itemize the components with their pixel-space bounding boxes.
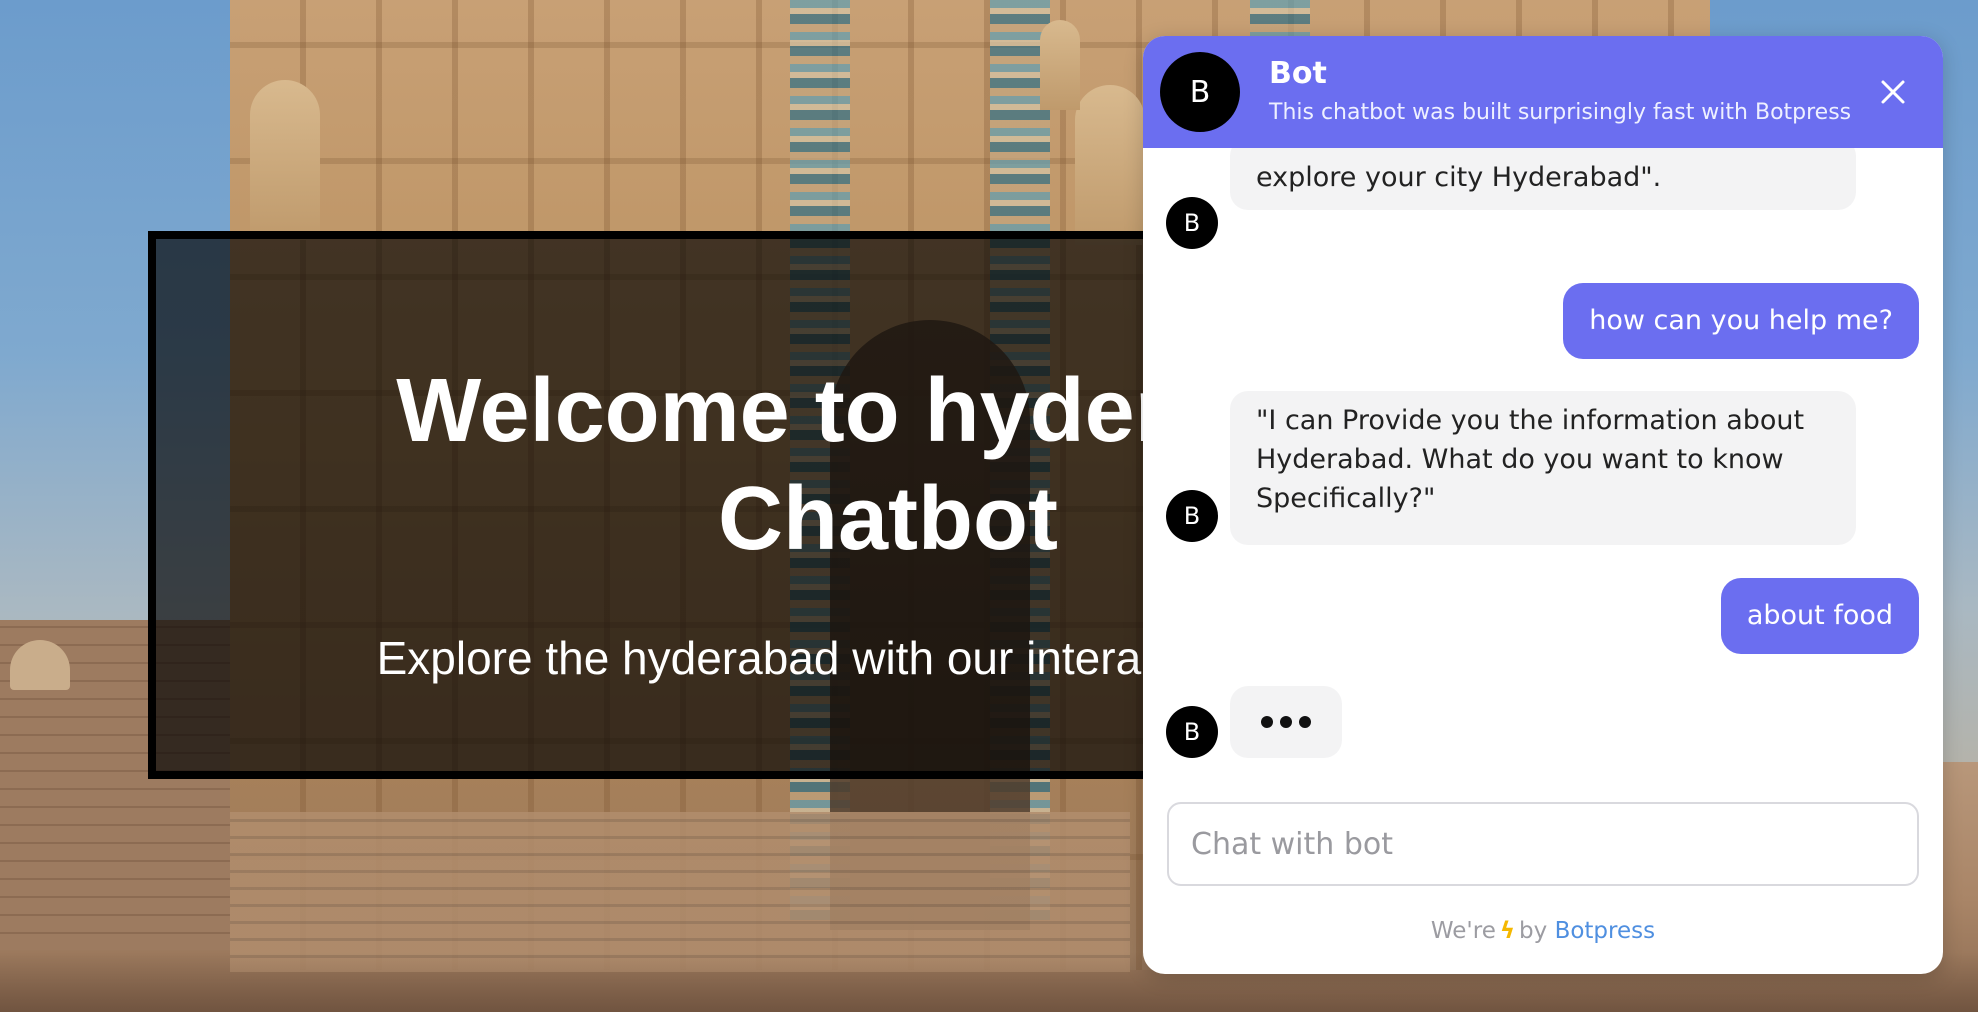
user-message-text: about food — [1746, 600, 1893, 631]
chat-widget: B Bot This chatbot was built surprisingl… — [1143, 36, 1943, 974]
user-message: how can you help me? — [1563, 283, 1919, 359]
lightning-icon: ϟ — [1499, 918, 1516, 944]
footer-by: by — [1519, 918, 1548, 944]
hero-subtitle: Explore the hyderabad with our interacti… — [376, 632, 1160, 684]
close-button[interactable] — [1873, 72, 1913, 112]
bot-message-text: explore your city Hyderabad". — [1256, 162, 1662, 193]
powered-by-footer: We're ϟ by Botpress — [1143, 918, 1943, 944]
rubble — [230, 812, 1130, 972]
user-message: about food — [1720, 578, 1919, 654]
footer-prefix: We're — [1430, 918, 1496, 944]
turret — [250, 80, 320, 240]
typing-dot — [1280, 716, 1292, 728]
turret — [1075, 85, 1145, 245]
chat-input[interactable] — [1167, 802, 1919, 886]
message-list: B explore your city Hyderabad". how can … — [1143, 148, 1943, 788]
bot-description: This chatbot was built surprisingly fast… — [1269, 100, 1852, 125]
chat-header: B Bot This chatbot was built surprisingl… — [1143, 36, 1943, 148]
hero-title-line1: Welcome to hyderabad — [396, 361, 1160, 461]
turret — [1040, 20, 1080, 110]
user-message-text: how can you help me? — [1589, 305, 1893, 336]
bot-message-avatar: B — [1166, 490, 1218, 542]
bot-message-avatar: B — [1166, 706, 1218, 758]
bot-message: explore your city Hyderabad". — [1230, 148, 1856, 210]
typing-indicator — [1230, 686, 1342, 758]
bot-avatar: B — [1160, 52, 1240, 132]
bot-name: Bot — [1269, 56, 1327, 91]
hero-banner: Welcome to hyderabad Chatbot Explore the… — [148, 231, 1168, 779]
typing-dot — [1299, 716, 1311, 728]
close-icon — [1881, 80, 1905, 104]
botpress-link[interactable]: Botpress — [1555, 918, 1656, 944]
hero-title: Welcome to hyderabad Chatbot — [156, 357, 1160, 573]
bot-message-avatar: B — [1166, 197, 1218, 249]
hero-title-line2: Chatbot — [718, 469, 1058, 569]
typing-dot — [1261, 716, 1273, 728]
bot-message: "I can Provide you the information about… — [1230, 391, 1856, 545]
bot-message-text: "I can Provide you the information about… — [1256, 405, 1805, 514]
